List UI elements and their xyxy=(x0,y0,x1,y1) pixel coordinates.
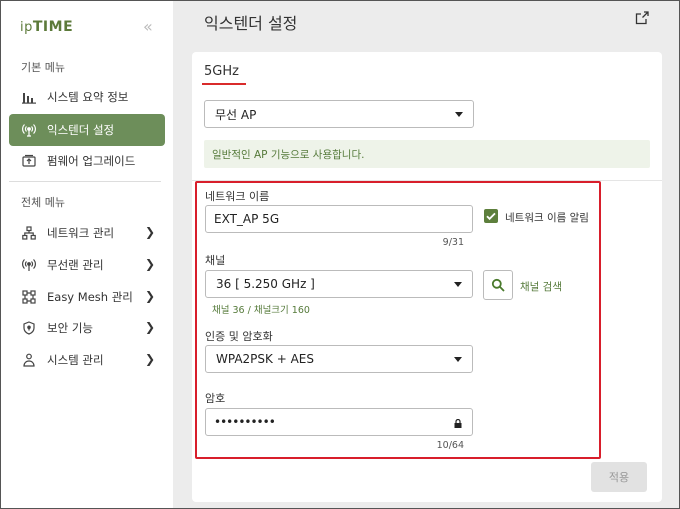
chevron-right-icon: ❯ xyxy=(145,257,156,271)
password-value: •••••••••• xyxy=(214,415,276,429)
mode-select[interactable]: 무선 AP xyxy=(204,100,474,128)
iptime-logo: ipTIME xyxy=(20,19,74,35)
sidebar-divider xyxy=(9,181,161,182)
channel-label: 채널 xyxy=(205,254,226,267)
ssid-input[interactable]: EXT_AP 5G xyxy=(205,205,473,233)
sidebar-item-system-summary[interactable]: 시스템 요약 정보 xyxy=(9,81,165,113)
sidebar-item-easy-mesh[interactable]: Easy Mesh 관리 ❯ xyxy=(9,281,165,313)
channel-select-value: 36 [ 5.250 GHz ] xyxy=(216,277,315,291)
password-input[interactable]: •••••••••• xyxy=(205,408,473,436)
collapse-sidebar-icon[interactable]: ‹‹ xyxy=(143,17,153,36)
shield-icon xyxy=(21,320,37,336)
sidebar-item-label: 무선랜 관리 xyxy=(47,258,104,272)
sidebar-item-security[interactable]: 보안 기능 ❯ xyxy=(9,312,165,344)
security-select[interactable]: WPA2PSK + AES xyxy=(205,345,473,373)
ssid-label: 네트워크 이름 xyxy=(205,190,270,203)
mode-select-value: 무선 AP xyxy=(215,107,257,122)
caret-down-icon xyxy=(454,357,462,362)
password-label: 암호 xyxy=(205,392,226,405)
security-label: 인증 및 암호화 xyxy=(205,330,273,343)
sidebar-item-network[interactable]: 네트워크 관리 ❯ xyxy=(9,217,165,249)
mode-info-text: 일반적인 AP 기능으로 사용합니다. xyxy=(212,148,365,161)
page-title: 익스텐더 설정 xyxy=(204,14,298,33)
system-icon xyxy=(21,352,37,368)
sidebar-item-label: 보안 기능 xyxy=(47,321,93,335)
upgrade-icon xyxy=(21,153,37,169)
search-icon xyxy=(491,278,505,292)
network-icon xyxy=(21,225,37,241)
channel-select[interactable]: 36 [ 5.250 GHz ] xyxy=(205,270,473,298)
ssid-value: EXT_AP 5G xyxy=(214,212,280,226)
ssid-counter: 9/31 xyxy=(442,237,464,248)
mesh-icon xyxy=(21,289,37,305)
sidebar-item-label: Easy Mesh 관리 xyxy=(47,290,133,304)
band-tab-underline xyxy=(202,83,246,85)
caret-down-icon xyxy=(455,112,463,117)
band-tab-5ghz[interactable]: 5GHz xyxy=(204,64,239,79)
checkmark-icon xyxy=(486,212,496,221)
sidebar-item-firmware-upgrade[interactable]: 펌웨어 업그레이드 xyxy=(9,145,165,177)
mode-info-box: 일반적인 AP 기능으로 사용합니다. xyxy=(204,140,650,168)
sidebar: ipTIME ‹‹ 기본 메뉴 시스템 요약 정보 익스텐더 설정 펌웨어 업그… xyxy=(1,1,173,508)
basic-menu-label: 기본 메뉴 xyxy=(21,61,65,74)
sidebar-item-label: 펌웨어 업그레이드 xyxy=(47,154,136,168)
channel-search-button[interactable] xyxy=(483,270,513,300)
apply-button[interactable]: 적용 xyxy=(591,462,647,492)
sidebar-item-wireless[interactable]: 무선랜 관리 ❯ xyxy=(9,249,165,281)
security-select-value: WPA2PSK + AES xyxy=(216,352,314,366)
sidebar-item-label: 네트워크 관리 xyxy=(47,226,115,240)
chevron-right-icon: ❯ xyxy=(145,352,156,366)
channel-hint: 채널 36 / 채널크기 160 xyxy=(212,305,310,316)
password-counter: 10/64 xyxy=(436,440,464,451)
channel-search-label[interactable]: 채널 검색 xyxy=(520,279,562,294)
sidebar-item-system[interactable]: 시스템 관리 ❯ xyxy=(9,344,165,376)
sidebar-item-label: 익스텐더 설정 xyxy=(47,123,115,137)
hide-ssid-label[interactable]: 네트워크 이름 알림 xyxy=(505,210,589,225)
chevron-right-icon: ❯ xyxy=(145,225,156,239)
all-menu-label: 전체 메뉴 xyxy=(21,196,65,209)
lock-icon xyxy=(454,417,462,428)
wireless-icon xyxy=(21,257,37,273)
wireless-antenna-icon xyxy=(21,122,37,138)
hide-ssid-checkbox[interactable] xyxy=(484,209,498,223)
caret-down-icon xyxy=(454,282,462,287)
sidebar-item-label: 시스템 관리 xyxy=(47,353,104,367)
apply-label: 적용 xyxy=(608,471,630,484)
export-icon[interactable] xyxy=(634,10,650,26)
bar-chart-icon xyxy=(21,89,37,105)
sidebar-item-extender-settings[interactable]: 익스텐더 설정 xyxy=(9,114,165,146)
chevron-right-icon: ❯ xyxy=(145,289,156,303)
chevron-right-icon: ❯ xyxy=(145,320,156,334)
sidebar-item-label: 시스템 요약 정보 xyxy=(47,90,129,104)
